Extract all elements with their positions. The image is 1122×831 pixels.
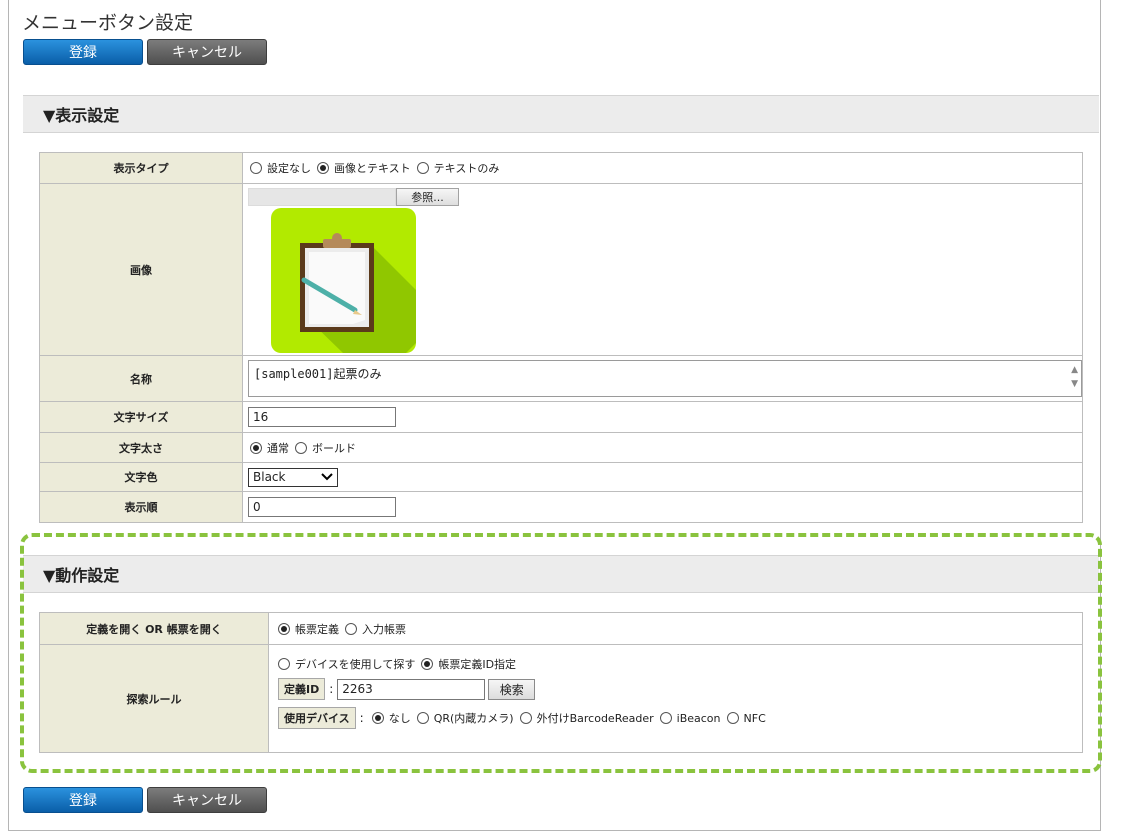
font-weight-radio-bold[interactable]	[295, 441, 307, 454]
device-option-label: QR(内蔵カメラ)	[433, 712, 514, 725]
open-mode-radio-input-form[interactable]	[345, 622, 357, 635]
device-radio-nfc[interactable]	[726, 712, 739, 724]
font-weight-option-label: ボールド	[312, 441, 356, 455]
name-textarea[interactable]: [sample001]起票のみ ▲ ▼	[248, 360, 1082, 397]
file-picker: 参照...	[248, 188, 1082, 206]
file-path-field[interactable]	[248, 188, 396, 206]
name-value-text: 起票のみ	[333, 367, 382, 381]
scroll-down-icon[interactable]: ▼	[1071, 379, 1078, 389]
display-type-radio-none[interactable]	[250, 162, 262, 174]
definition-id-input[interactable]: 2263	[337, 678, 486, 700]
display-order-cell: 0	[242, 491, 1083, 523]
definition-id-row: 定義ID : 2263 検索	[278, 678, 1082, 700]
display-order-input[interactable]: 0	[248, 497, 396, 517]
register-button-top[interactable]: 登録	[23, 39, 143, 65]
search-method-option-label: デバイスを使用して探す	[295, 658, 416, 671]
font-weight-label: 文字太さ	[39, 432, 243, 463]
name-cell: [sample001]起票のみ ▲ ▼	[242, 355, 1083, 402]
device-colon: :	[359, 711, 364, 725]
action-settings-table: 定義を開く OR 帳票を開く 帳票定義 入力帳票 探索ルール デバイスを使用して…	[39, 612, 1083, 753]
clipboard-icon-graphic	[271, 208, 416, 353]
page-title: メニューボタン設定	[22, 12, 194, 34]
action-section-heading[interactable]: ▼動作設定	[23, 555, 1099, 593]
device-radio-qr-camera[interactable]	[416, 712, 429, 724]
font-size-label: 文字サイズ	[39, 401, 243, 433]
device-radio-group: なし QR(内蔵カメラ) 外付けBarcodeReader iBeacon NF…	[371, 710, 772, 726]
search-button[interactable]: 検索	[488, 678, 536, 700]
cancel-button-bottom[interactable]: キャンセル	[147, 787, 267, 813]
textarea-scroll-arrows[interactable]: ▲ ▼	[1071, 363, 1078, 391]
open-mode-label: 定義を開く OR 帳票を開く	[39, 612, 269, 645]
device-option-label: なし	[388, 712, 411, 725]
font-weight-option-label: 通常	[267, 441, 289, 455]
name-label: 名称	[39, 355, 243, 402]
device-label: 使用デバイス	[278, 707, 356, 729]
search-method-radio-device[interactable]	[278, 658, 290, 670]
search-method-radio-group: デバイスを使用して探す 帳票定義ID指定	[278, 656, 1082, 672]
search-method-option-label: 帳票定義ID指定	[438, 658, 517, 671]
display-type-option-label: 設定なし	[267, 162, 311, 175]
display-type-cell: 設定なし 画像とテキスト テキストのみ	[242, 152, 1083, 184]
open-mode-cell: 帳票定義 入力帳票	[268, 612, 1083, 645]
font-size-input[interactable]: 16	[248, 407, 396, 427]
image-cell: 参照...	[242, 183, 1083, 356]
register-button-bottom[interactable]: 登録	[23, 787, 143, 813]
display-type-label: 表示タイプ	[39, 152, 243, 184]
display-type-radio-text-only[interactable]	[416, 162, 429, 174]
device-row: 使用デバイス : なし QR(内蔵カメラ) 外付けBarcodeReader i…	[278, 707, 1082, 729]
device-option-label: 外付けBarcodeReader	[536, 712, 654, 725]
font-size-cell: 16	[242, 401, 1083, 433]
device-option-label: iBeacon	[676, 711, 721, 725]
scroll-up-icon[interactable]: ▲	[1071, 365, 1078, 375]
font-color-label: 文字色	[39, 462, 243, 492]
device-option-label: NFC	[743, 711, 766, 725]
open-mode-option-label: 帳票定義	[295, 622, 339, 636]
display-type-option-label: 画像とテキスト	[334, 162, 411, 175]
open-mode-radio-definition[interactable]	[278, 622, 290, 635]
display-type-radio-image-text[interactable]	[317, 162, 329, 174]
cancel-button-top[interactable]: キャンセル	[147, 39, 267, 65]
device-radio-ibeacon[interactable]	[659, 712, 672, 724]
name-value-code: [sample001]	[254, 367, 334, 381]
open-mode-option-label: 入力帳票	[362, 622, 406, 636]
font-weight-radio-normal[interactable]	[250, 441, 262, 454]
search-rule-cell: デバイスを使用して探す 帳票定義ID指定 定義ID : 2263 検索 使用デバ…	[268, 644, 1083, 753]
definition-id-label: 定義ID	[278, 678, 326, 700]
display-order-label: 表示順	[39, 491, 243, 523]
image-label: 画像	[39, 183, 243, 356]
definition-id-colon: :	[329, 682, 334, 696]
device-radio-barcode-reader[interactable]	[519, 712, 532, 724]
open-mode-radio-group: 帳票定義 入力帳票	[278, 621, 1082, 637]
font-color-select[interactable]: Black	[248, 467, 338, 487]
display-settings-table: 表示タイプ 設定なし 画像とテキスト テキストのみ 画像 参照... 名称 [s…	[39, 152, 1083, 523]
font-weight-radio-group: 通常 ボールド	[250, 440, 1082, 456]
clipboard-icon	[271, 208, 416, 353]
font-color-value: Black	[253, 470, 286, 484]
chevron-down-icon	[321, 470, 333, 484]
search-rule-label: 探索ルール	[39, 644, 269, 753]
display-type-option-label: テキストのみ	[433, 162, 500, 175]
device-radio-none[interactable]	[371, 712, 384, 724]
font-color-cell: Black	[242, 462, 1083, 492]
display-type-radio-group: 設定なし 画像とテキスト テキストのみ	[250, 160, 1082, 176]
search-method-radio-definition-id[interactable]	[421, 658, 434, 670]
font-weight-cell: 通常 ボールド	[242, 432, 1083, 463]
display-section-heading[interactable]: ▼表示設定	[23, 95, 1099, 133]
browse-button[interactable]: 参照...	[396, 188, 459, 206]
